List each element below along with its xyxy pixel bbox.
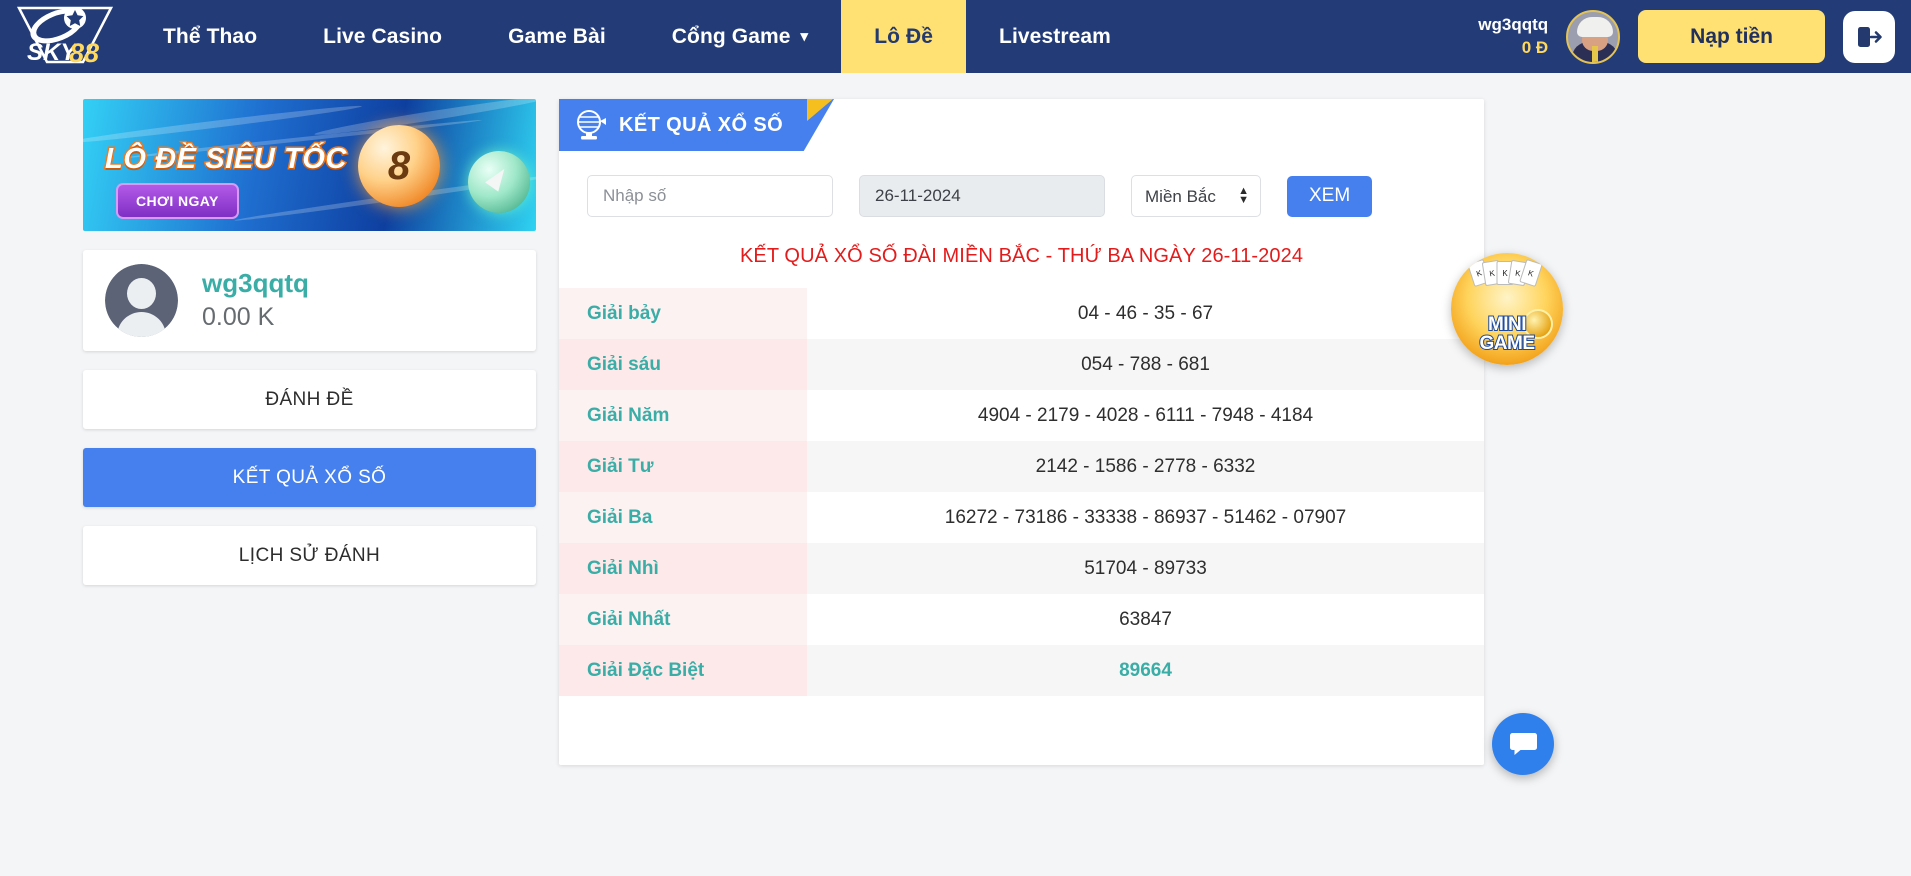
prize-value: 04 - 46 - 35 - 67 <box>807 288 1484 339</box>
user-avatar <box>105 264 178 337</box>
chat-fab-button[interactable] <box>1492 713 1554 775</box>
promo-banner[interactable]: 8 LÔ ĐỀ SIÊU TỐC CHƠI NGAY <box>83 99 536 231</box>
prize-label: Giải Đặc Biệt <box>559 645 807 696</box>
logo-graphic: SKY 88 <box>13 4 117 70</box>
minigame-label-line2: GAME <box>1479 333 1537 354</box>
lottery-ball-icon: 8 <box>358 125 440 207</box>
prize-value: 16272 - 73186 - 33338 - 86937 - 51462 - … <box>807 492 1484 543</box>
avatar-head <box>127 278 156 309</box>
results-heading: KẾT QUẢ XỔ SỐ ĐÀI MIỀN BẮC - THỨ BA NGÀY… <box>739 245 1304 267</box>
sidebar-item-lich-su-danh[interactable]: LỊCH SỬ ĐÁNH <box>83 526 536 585</box>
prize-value: 2142 - 1586 - 2778 - 6332 <box>807 441 1484 492</box>
nav-label: Livestream <box>999 24 1111 48</box>
avatar-hair <box>1577 16 1614 37</box>
deposit-button[interactable]: Nạp tiền <box>1638 10 1825 63</box>
table-row: Giải Năm 4904 - 2179 - 4028 - 6111 - 794… <box>559 390 1484 441</box>
prize-value: 054 - 788 - 681 <box>807 339 1484 390</box>
svg-text:88: 88 <box>69 38 99 68</box>
nav-label: Live Casino <box>323 24 443 48</box>
prize-value-special: 89664 <box>807 645 1484 696</box>
logout-button[interactable] <box>1843 10 1895 63</box>
search-submit-button[interactable]: XEM <box>1287 175 1373 217</box>
chat-bubble-icon <box>1510 733 1537 755</box>
minigame-widget[interactable]: K K K K K MINI GAME <box>1451 253 1563 365</box>
table-row: Giải bảy 04 - 46 - 35 - 67 <box>559 288 1484 339</box>
table-row: Giải sáu 054 - 788 - 681 <box>559 339 1484 390</box>
prize-label: Giải Ba <box>559 492 807 543</box>
sidebar-item-danh-de[interactable]: ĐÁNH ĐỀ <box>83 370 536 429</box>
account-username: wg3qqtq <box>1478 14 1549 34</box>
date-input[interactable] <box>859 175 1105 217</box>
main-nav: Thể Thao Live Casino Game Bài Cổng Game … <box>130 0 1144 73</box>
nav-label: Lô Đề <box>874 24 934 48</box>
lottery-drum-icon <box>577 110 606 140</box>
nav-item-cong-game[interactable]: Cổng Game ▾ <box>639 0 841 73</box>
nav-label: Thể Thao <box>163 24 258 48</box>
page-content: 8 LÔ ĐỀ SIÊU TỐC CHƠI NGAY wg3qqtq 0.00 … <box>0 73 1911 876</box>
chevron-down-icon: ▾ <box>800 28 809 45</box>
lottery-ball-green-icon <box>468 151 530 213</box>
ribbon-corner-accent <box>807 99 833 121</box>
results-table: Giải bảy 04 - 46 - 35 - 67 Giải sáu 054 … <box>559 288 1484 696</box>
nav-item-live-casino[interactable]: Live Casino <box>290 0 475 73</box>
number-input[interactable] <box>587 175 833 217</box>
user-card: wg3qqtq 0.00 K <box>83 250 536 351</box>
sidebar: 8 LÔ ĐỀ SIÊU TỐC CHƠI NGAY wg3qqtq 0.00 … <box>83 99 536 585</box>
table-row: Giải Nhất 63847 <box>559 594 1484 645</box>
nav-item-the-thao[interactable]: Thể Thao <box>130 0 290 73</box>
prize-label: Giải Tư <box>559 441 807 492</box>
user-card-balance: 0.00 K <box>202 303 275 332</box>
prize-label: Giải sáu <box>559 339 807 390</box>
prize-label: Giải Nhì <box>559 543 807 594</box>
avatar-tie <box>1592 45 1599 62</box>
site-header: SKY 88 Thể Thao Live Casino Game Bài Cổn… <box>0 0 1911 73</box>
nav-item-lo-de[interactable]: Lô Đề <box>841 0 967 73</box>
header-account-area: wg3qqtq 0 Đ Nạp tiền <box>1478 0 1911 73</box>
logo-sky88[interactable]: SKY 88 <box>0 0 130 73</box>
prize-label: Giải Nhất <box>559 594 807 645</box>
prize-label: Giải Năm <box>559 390 807 441</box>
table-row: Giải Nhì 51704 - 89733 <box>559 543 1484 594</box>
search-form: Miền Bắc Miền Trung Miền Nam ▲▼ XEM <box>559 151 1484 227</box>
promo-streak <box>83 102 363 147</box>
promo-title: LÔ ĐỀ SIÊU TỐC <box>103 142 348 177</box>
prize-value: 63847 <box>807 594 1484 645</box>
lottery-results-panel: KẾT QUẢ XỔ SỐ Miền Bắc Miền Trung Miền N… <box>559 99 1484 765</box>
panel-ribbon: KẾT QUẢ XỔ SỐ <box>559 99 834 151</box>
arrow-icon <box>485 164 511 192</box>
table-row: Giải Đặc Biệt 89664 <box>559 645 1484 696</box>
promo-cta-button[interactable]: CHƠI NGAY <box>116 183 239 219</box>
results-table-body: Giải bảy 04 - 46 - 35 - 67 Giải sáu 054 … <box>559 288 1484 696</box>
logo-svg: SKY 88 <box>16 6 114 68</box>
avatar[interactable] <box>1566 9 1621 64</box>
minigame-label: MINI GAME <box>1479 314 1537 354</box>
sidebar-item-ket-qua-xo-so[interactable]: KẾT QUẢ XỔ SỐ <box>83 448 536 507</box>
table-row: Giải Ba 16272 - 73186 - 33338 - 86937 - … <box>559 492 1484 543</box>
panel-header: KẾT QUẢ XỔ SỐ <box>559 99 1484 151</box>
user-card-name: wg3qqtq <box>202 268 309 299</box>
nav-label: Cổng Game <box>671 24 791 48</box>
page-root: SKY 88 Thể Thao Live Casino Game Bài Cổn… <box>0 0 1911 876</box>
panel-title: KẾT QUẢ XỔ SỐ <box>619 113 784 136</box>
prize-label: Giải bảy <box>559 288 807 339</box>
playing-cards-icon: K K K K K <box>1467 258 1543 288</box>
minigame-label-line1: MINI <box>1487 314 1528 335</box>
prize-value: 51704 - 89733 <box>807 543 1484 594</box>
logout-icon <box>1858 26 1882 47</box>
table-row: Giải Tư 2142 - 1586 - 2778 - 6332 <box>559 441 1484 492</box>
user-card-text: wg3qqtq 0.00 K <box>202 268 309 332</box>
account-balance: 0 Đ <box>1521 38 1549 57</box>
region-select[interactable]: Miền Bắc Miền Trung Miền Nam <box>1131 175 1261 217</box>
nav-label: Game Bài <box>508 24 606 48</box>
account-info[interactable]: wg3qqtq 0 Đ <box>1478 15 1548 59</box>
nav-item-livestream[interactable]: Livestream <box>966 0 1144 73</box>
ball-number: 8 <box>387 143 411 188</box>
region-select-wrapper: Miền Bắc Miền Trung Miền Nam ▲▼ <box>1131 175 1261 217</box>
prize-value: 4904 - 2179 - 4028 - 6111 - 7948 - 4184 <box>807 390 1484 441</box>
nav-item-game-bai[interactable]: Game Bài <box>475 0 639 73</box>
